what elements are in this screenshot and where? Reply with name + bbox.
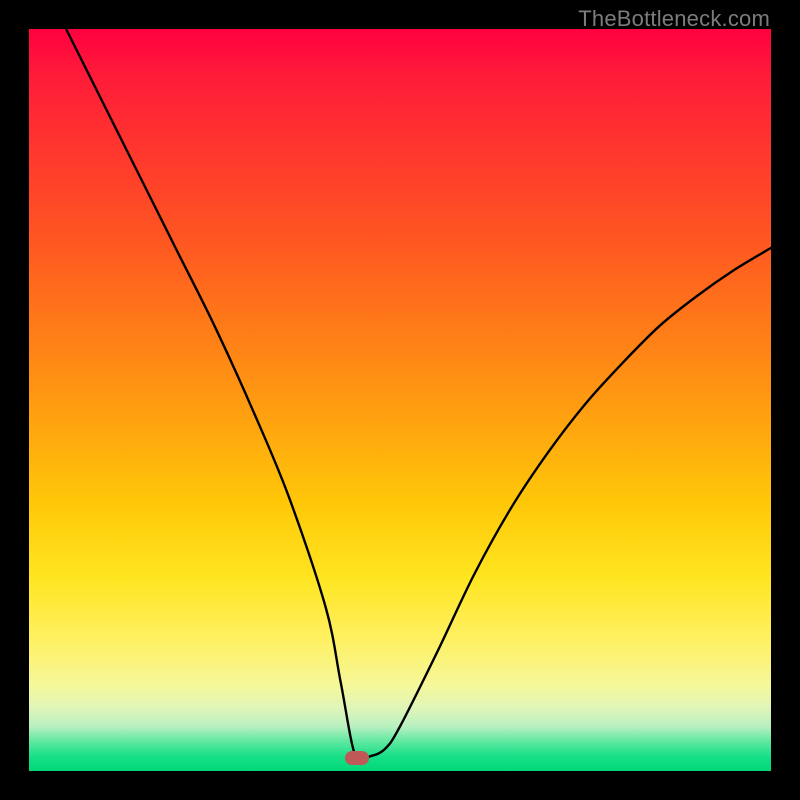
minimum-marker [345,751,369,765]
plot-area [29,29,771,771]
bottleneck-curve [29,29,771,771]
watermark-label: TheBottleneck.com [578,6,770,32]
chart-frame: TheBottleneck.com [0,0,800,800]
